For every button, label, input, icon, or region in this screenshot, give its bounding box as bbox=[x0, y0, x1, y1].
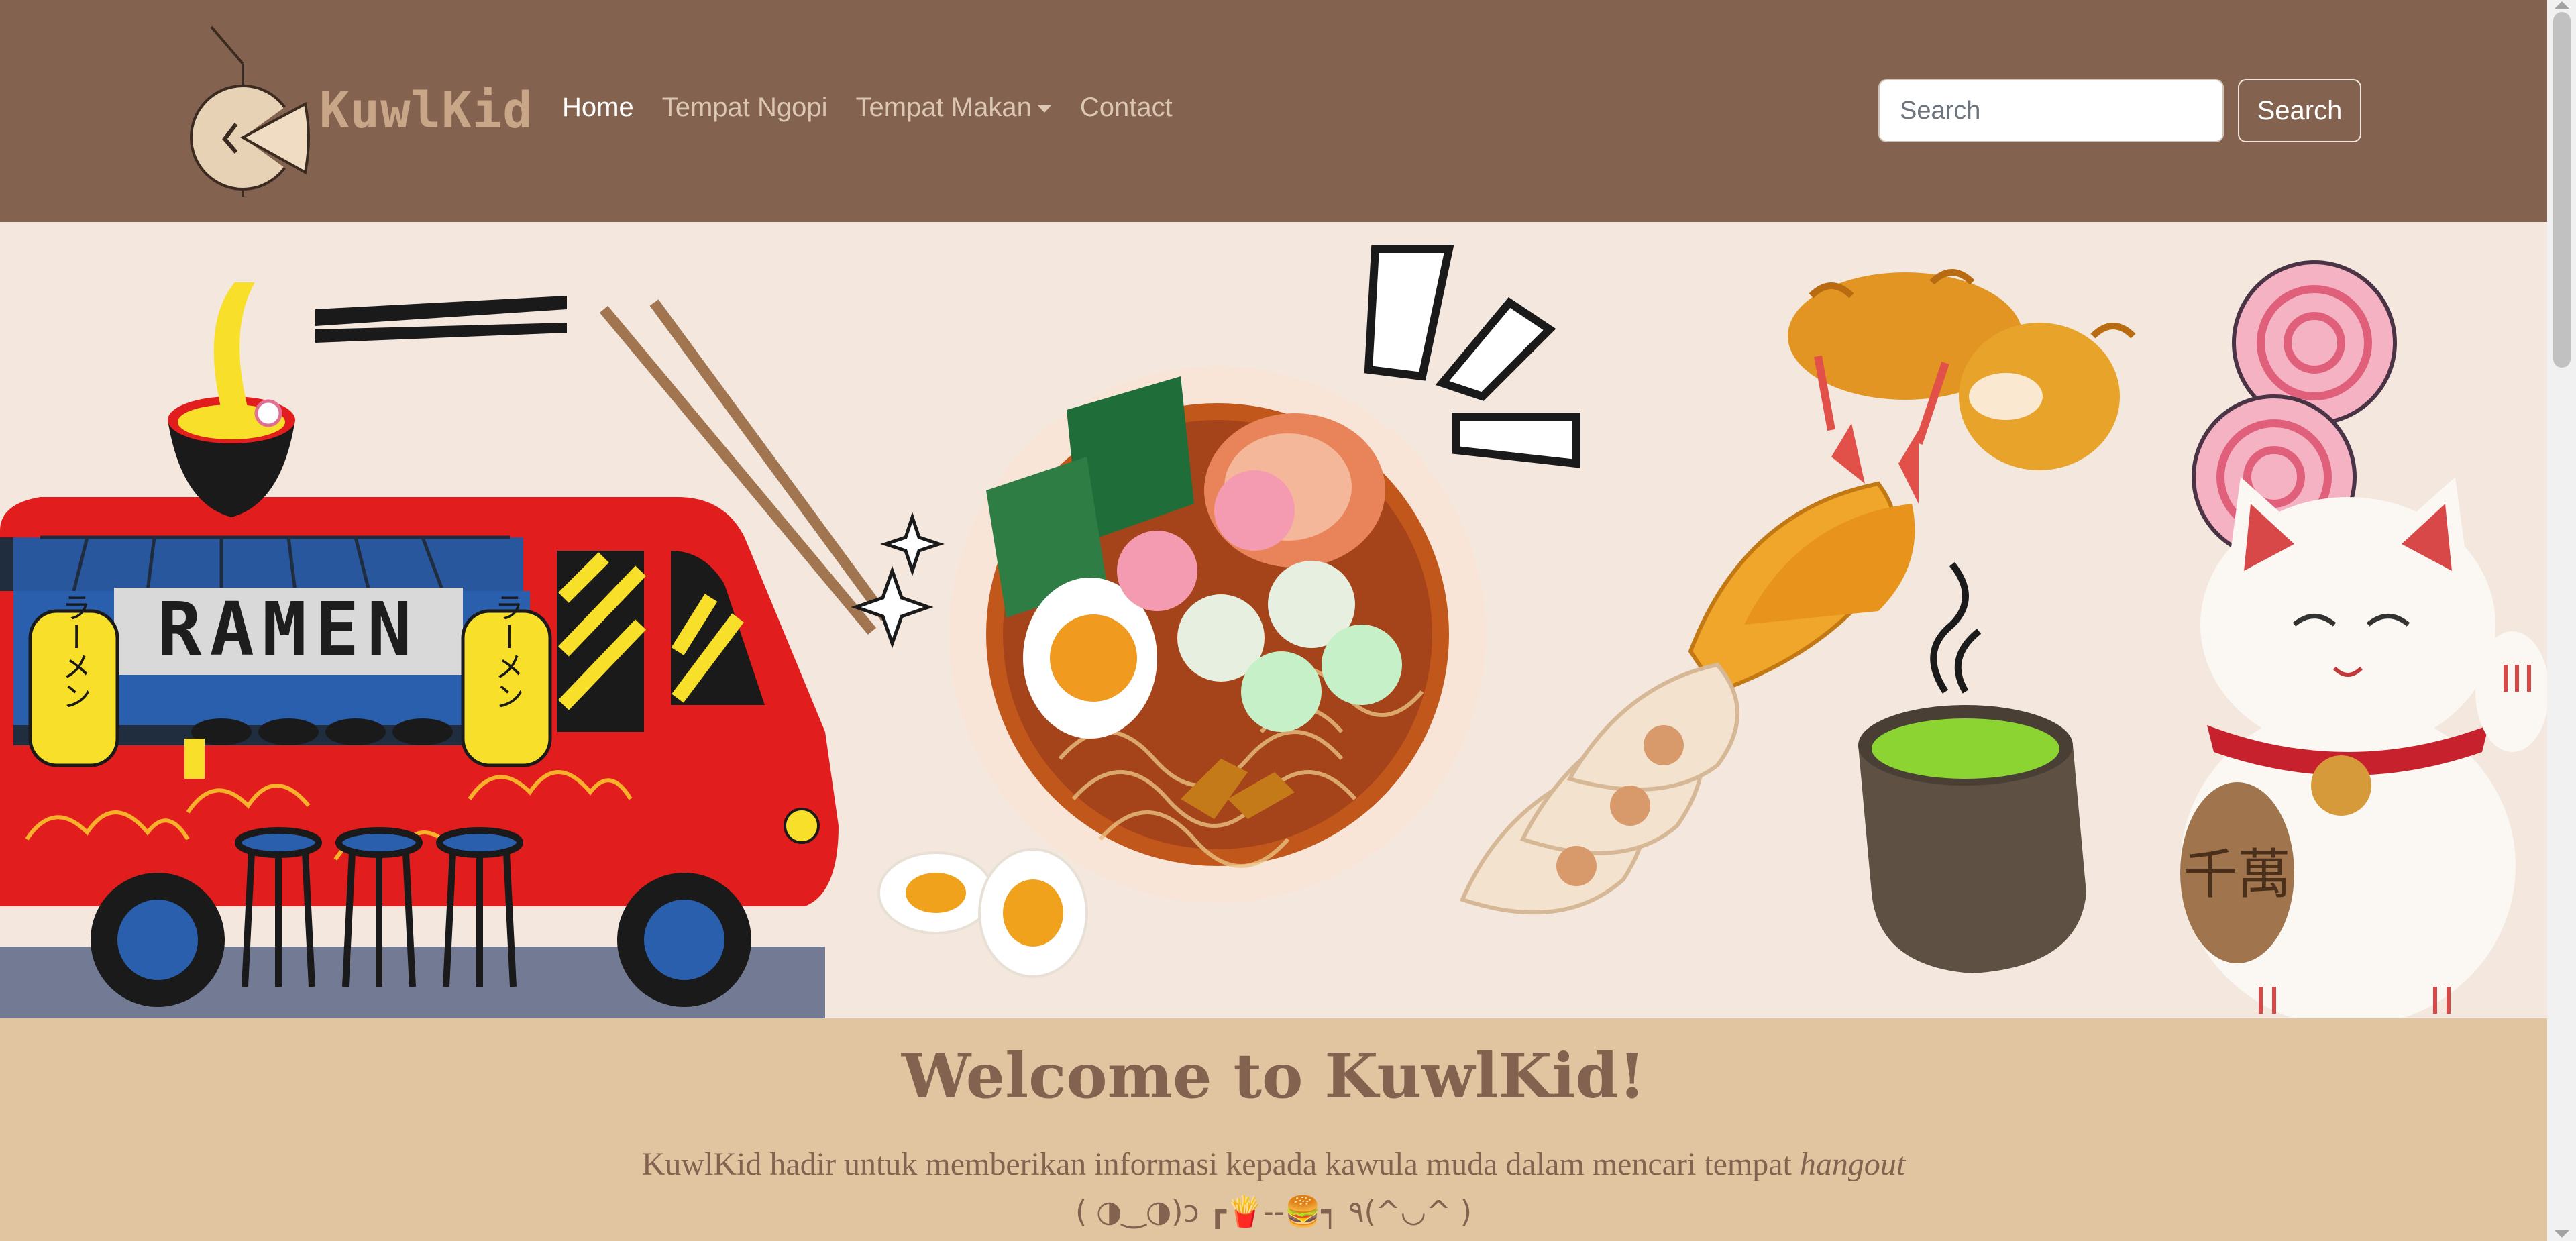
brand-name: KuwlKid bbox=[319, 82, 533, 140]
hero-banner: RAMEN ラーメン ラーメン 千萬 bbox=[0, 222, 2547, 1018]
welcome-title: Welcome to KuwlKid! bbox=[901, 1040, 1646, 1112]
green-tea-cup-illustration bbox=[1858, 561, 2086, 973]
kuwlkid-logo-icon bbox=[190, 25, 310, 197]
nav-item-tempat-makan-label: Tempat Makan bbox=[855, 93, 1032, 122]
boiled-egg-halves bbox=[877, 848, 1088, 978]
nav-item-contact[interactable]: Contact bbox=[1080, 93, 1173, 123]
welcome-subtitle-emphasis: hangout bbox=[1799, 1146, 1906, 1182]
welcome-kaomoji: ( ◑‿◑)ɔ ┏🍟--🍔┑ ٩(^◡^ ) bbox=[1075, 1195, 1472, 1229]
ramen-truck-illustration: RAMEN ラーメン ラーメン bbox=[0, 497, 839, 1007]
welcome-subtitle: KuwlKid hadir untuk memberikan informasi… bbox=[0, 1146, 2547, 1183]
gyoza-illustration bbox=[1459, 662, 1739, 915]
lantern-right-text: ラーメン bbox=[490, 592, 524, 710]
ramen-banner: RAMEN bbox=[114, 586, 463, 675]
scroll-down-arrow-icon[interactable] bbox=[2555, 1230, 2569, 1238]
maneki-neko-illustration: 千萬 bbox=[2180, 477, 2547, 1018]
search-input[interactable] bbox=[1878, 79, 2224, 142]
scroll-up-arrow-icon[interactable] bbox=[2555, 1, 2569, 9]
nav-menu: Home Tempat Ngopi Tempat Makan Contact bbox=[562, 93, 1201, 123]
lucky-coin-text: 千萬 bbox=[2184, 843, 2291, 906]
ramen-banner-text: RAMEN bbox=[157, 586, 419, 672]
nav-item-tempat-makan-dropdown[interactable]: Tempat Makan bbox=[856, 93, 1052, 123]
nav-item-home[interactable]: Home bbox=[562, 93, 634, 123]
brand-link[interactable]: KuwlKid bbox=[188, 23, 533, 205]
lantern-left-text: ラーメン bbox=[57, 592, 91, 710]
lantern-left: ラーメン bbox=[28, 592, 119, 767]
action-lines bbox=[1364, 245, 1580, 468]
welcome-subtitle-text: KuwlKid hadir untuk memberikan informasi… bbox=[641, 1146, 1800, 1182]
search-button[interactable]: Search bbox=[2238, 79, 2361, 142]
chevron-down-icon bbox=[1036, 105, 1052, 113]
welcome-section: Welcome to KuwlKid! KuwlKid hadir untuk … bbox=[0, 1018, 2547, 1241]
nav-item-tempat-ngopi[interactable]: Tempat Ngopi bbox=[662, 93, 828, 123]
navbar: KuwlKid Home Tempat Ngopi Tempat Makan C… bbox=[0, 0, 2547, 222]
ramen-bowl-on-truck bbox=[168, 282, 567, 517]
tempura-shrimp-illustration bbox=[1688, 355, 1949, 694]
lantern-right: ラーメン bbox=[461, 592, 552, 767]
hero-illustration: RAMEN ラーメン ラーメン 千萬 bbox=[0, 245, 2547, 1018]
scrollbar-thumb[interactable] bbox=[2553, 12, 2571, 368]
ramen-bowl-center bbox=[949, 366, 1486, 903]
karaage-illustration bbox=[1788, 269, 2136, 470]
